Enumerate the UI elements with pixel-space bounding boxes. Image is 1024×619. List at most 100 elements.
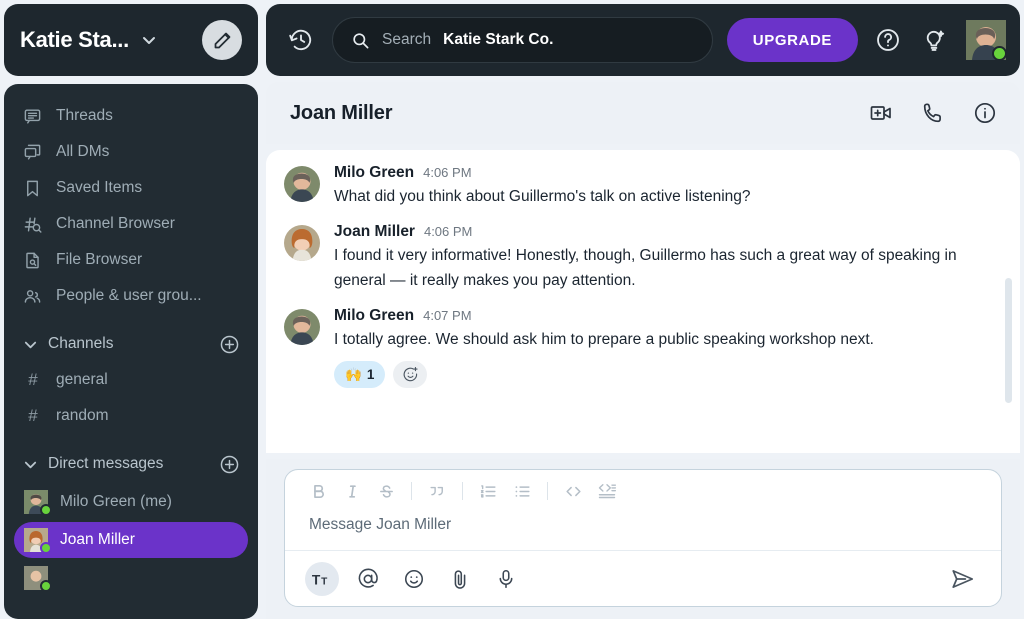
message-text: I totally agree. We should ask him to pr…: [334, 331, 874, 348]
message-item: Joan Miller 4:06 PM I found it very info…: [284, 223, 990, 293]
message-body: Milo Green 4:07 PM I totally agree. We s…: [334, 307, 990, 388]
sidebar-item-label: File Browser: [56, 251, 143, 268]
sidebar-item-label: All DMs: [56, 143, 110, 160]
info-icon: [973, 101, 997, 125]
message-composer: Message Joan Miller TT: [284, 469, 1002, 607]
status-badge-online: [40, 580, 52, 592]
user-avatar-button[interactable]: [966, 20, 1007, 61]
send-icon: [950, 566, 976, 592]
sidebar-item-people-user-groups[interactable]: People & user grou...: [14, 278, 248, 314]
add-reaction-button[interactable]: [393, 361, 428, 388]
plus-circle-icon: [219, 334, 240, 355]
app-root: Katie Sta... Threads All DMs Saved Items…: [0, 0, 1024, 619]
sidebar-item-all-dms[interactable]: All DMs: [14, 134, 248, 170]
workspace-header[interactable]: Katie Sta...: [4, 4, 258, 76]
toolbar-divider: [411, 482, 412, 500]
message-reactions: 🙌 1: [334, 361, 990, 388]
sidebar-dm-partial[interactable]: [14, 560, 248, 596]
upgrade-button[interactable]: UPGRADE: [726, 18, 858, 62]
message-item: Milo Green 4:07 PM I totally agree. We s…: [284, 307, 990, 388]
bullet-list-button[interactable]: [505, 476, 539, 506]
workspace-name: Katie Sta...: [20, 27, 129, 52]
top-bar: Search Katie Stark Co. UPGRADE: [266, 4, 1020, 76]
help-circle-icon: [875, 27, 901, 53]
status-badge-online: [992, 46, 1007, 61]
add-reaction-icon: [402, 366, 419, 383]
pencil-icon: [212, 30, 233, 51]
blockquote-button[interactable]: [420, 476, 454, 506]
message-body: Milo Green 4:06 PM What did you think ab…: [334, 164, 990, 209]
sidebar-item-label: Threads: [56, 107, 113, 124]
right-column: Search Katie Stark Co. UPGRADE Joan Mill…: [266, 4, 1024, 619]
composer-actions: TT: [285, 550, 1001, 606]
chevron-down-icon[interactable]: [141, 32, 157, 48]
strikethrough-button[interactable]: [369, 476, 403, 506]
message-input[interactable]: Message Joan Miller: [285, 512, 1001, 550]
search-input[interactable]: Search Katie Stark Co.: [332, 17, 713, 63]
toolbar-divider: [547, 482, 548, 500]
message-timestamp: 4:06 PM: [423, 224, 473, 239]
attach-button[interactable]: [443, 562, 477, 596]
add-direct-message-button[interactable]: [218, 453, 240, 475]
formatting-toolbar: [285, 470, 1001, 512]
sidebar-item-label: Saved Items: [56, 179, 143, 196]
italic-button[interactable]: [335, 476, 369, 506]
reaction-pill[interactable]: 🙌 1: [334, 361, 386, 388]
hash-icon: #: [28, 406, 38, 425]
all-dms-icon: [22, 142, 42, 162]
bookmark-icon: [22, 178, 42, 198]
message-timestamp: 4:06 PM: [423, 165, 472, 180]
help-button[interactable]: [872, 24, 904, 56]
sidebar-dm-milo-green[interactable]: Milo Green (me): [14, 484, 248, 520]
start-video-call-button[interactable]: [868, 100, 894, 126]
svg-text:T: T: [321, 576, 328, 587]
sidebar-channel-random[interactable]: # random: [14, 398, 248, 434]
people-icon: [22, 286, 42, 306]
phone-icon: [921, 101, 945, 125]
ordered-list-button[interactable]: [471, 476, 505, 506]
channel-label: random: [56, 407, 109, 424]
message-author: Joan Miller: [334, 223, 415, 240]
sidebar-item-file-browser[interactable]: File Browser: [14, 242, 248, 278]
conversation-info-button[interactable]: [972, 100, 998, 126]
avatar: [24, 528, 52, 554]
sidebar-channel-general[interactable]: # general: [14, 362, 248, 398]
history-button[interactable]: [284, 23, 318, 57]
start-call-button[interactable]: [920, 100, 946, 126]
emoji-button[interactable]: [397, 562, 431, 596]
message-meta: Joan Miller 4:06 PM: [334, 223, 990, 241]
message-list-scrollbar[interactable]: [1005, 278, 1012, 403]
message-meta: Milo Green 4:07 PM: [334, 307, 990, 325]
plus-circle-icon: [219, 454, 240, 475]
conversation-header: Joan Miller: [266, 82, 1020, 144]
video-add-icon: [869, 101, 893, 125]
history-icon: [288, 27, 314, 53]
record-audio-button[interactable]: [489, 562, 523, 596]
left-column: Katie Sta... Threads All DMs Saved Items…: [4, 4, 258, 619]
text-format-icon: TT: [311, 568, 333, 590]
formatting-toggle-button[interactable]: TT: [305, 561, 339, 596]
channels-section-header[interactable]: Channels: [14, 326, 248, 362]
sidebar-item-saved-items[interactable]: Saved Items: [14, 170, 248, 206]
sidebar-dm-joan-miller[interactable]: Joan Miller: [14, 522, 248, 558]
message-author: Milo Green: [334, 164, 415, 181]
code-button[interactable]: [556, 476, 590, 506]
add-channel-button[interactable]: [218, 333, 240, 355]
sidebar-item-channel-browser[interactable]: Channel Browser: [14, 206, 248, 242]
dm-label: Joan Miller: [60, 531, 135, 548]
ideas-button[interactable]: [918, 24, 950, 56]
chevron-down-icon: [22, 456, 38, 472]
reaction-count: 1: [366, 367, 375, 382]
code-block-button[interactable]: [590, 476, 624, 506]
mention-button[interactable]: [351, 562, 385, 596]
send-button[interactable]: [945, 561, 981, 597]
smiley-icon: [403, 568, 425, 590]
direct-messages-section-header[interactable]: Direct messages: [14, 446, 248, 482]
lightbulb-sparkle-icon: [921, 27, 947, 53]
compose-new-message-button[interactable]: [202, 20, 242, 60]
message-text: I found it very informative! Honestly, t…: [334, 247, 957, 289]
sidebar-item-threads[interactable]: Threads: [14, 98, 248, 134]
message-author: Milo Green: [334, 307, 415, 324]
bold-button[interactable]: [301, 476, 335, 506]
avatar: [24, 566, 52, 592]
